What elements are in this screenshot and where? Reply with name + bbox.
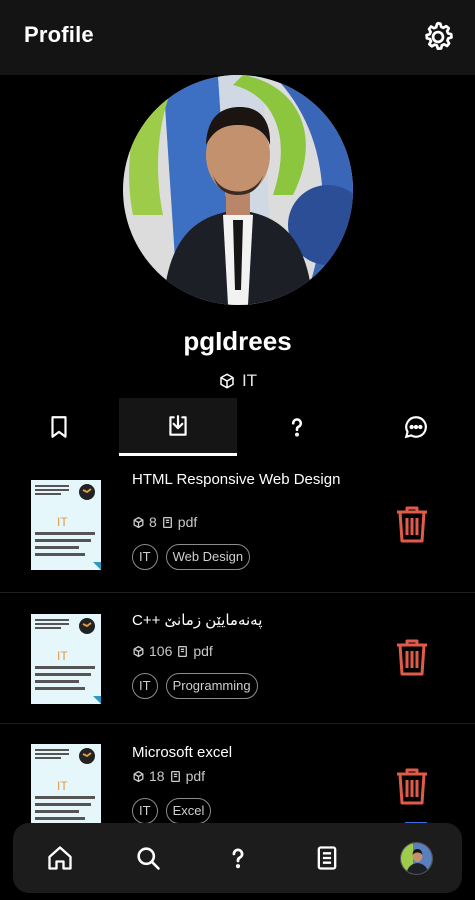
question-icon <box>232 848 244 869</box>
trash-icon[interactable] <box>394 504 430 544</box>
download-icon <box>169 414 187 436</box>
nav-documents[interactable] <box>310 840 344 876</box>
department-name: IT <box>241 371 258 390</box>
tab-downloads[interactable] <box>119 398 237 456</box>
thumbnail-label: IT <box>57 515 68 529</box>
tag[interactable]: Web Design <box>165 544 251 570</box>
box-icon <box>133 645 144 657</box>
item-meta: 8 pdf <box>132 514 197 530</box>
item-format: pdf <box>177 514 198 530</box>
list-item[interactable]: IT C++ پەنەمایێن زمانێ 106 pdf IT Progra… <box>0 593 475 723</box>
trash-icon[interactable] <box>394 637 430 677</box>
document-icon <box>317 846 337 870</box>
box-icon <box>220 373 234 389</box>
file-icon <box>178 645 188 657</box>
item-title[interactable]: C++ پەنەمایێن زمانێ <box>132 611 342 630</box>
profile-avatar[interactable] <box>400 842 433 875</box>
bottom-nav <box>13 823 462 893</box>
profile-tabs <box>0 398 475 456</box>
item-meta: 106 pdf <box>132 643 213 659</box>
item-title[interactable]: Microsoft excel <box>132 743 342 762</box>
file-icon <box>162 516 172 528</box>
box-icon <box>133 770 144 782</box>
nav-home[interactable] <box>43 840 77 876</box>
item-tags: IT Programming <box>132 673 258 699</box>
chat-bubble-icon <box>404 416 427 439</box>
question-icon <box>291 418 303 437</box>
search-icon <box>137 847 160 870</box>
item-title[interactable]: HTML Responsive Web Design <box>132 470 342 489</box>
username: pgIdrees <box>183 326 292 356</box>
gear-icon[interactable] <box>420 19 456 55</box>
page-title: Profile <box>24 22 94 47</box>
bookmark-icon <box>51 416 67 438</box>
tab-messages[interactable] <box>357 398 475 456</box>
profile-photo <box>123 75 353 305</box>
box-icon <box>133 516 144 528</box>
tag[interactable]: Programming <box>165 673 258 699</box>
list-item[interactable]: IT HTML Responsive Web Design 8 pdf IT W… <box>0 458 475 588</box>
home-icon <box>48 846 72 870</box>
item-format: pdf <box>185 768 206 784</box>
tag[interactable]: IT <box>132 544 158 570</box>
app-bar: Profile <box>0 0 475 75</box>
item-count: 8 <box>149 514 157 530</box>
item-count: 106 <box>149 643 173 659</box>
tag[interactable]: Excel <box>165 798 212 824</box>
tab-bookmarks[interactable] <box>0 398 118 456</box>
tag[interactable]: IT <box>132 673 158 699</box>
thumbnail-label: IT <box>57 779 68 793</box>
tag[interactable]: IT <box>132 798 158 824</box>
item-format: pdf <box>193 643 213 659</box>
trash-icon[interactable] <box>394 766 430 806</box>
item-meta: 18 pdf <box>132 768 205 784</box>
item-tags: IT Web Design <box>132 544 251 570</box>
file-icon <box>170 770 180 782</box>
thumbnail-label: IT <box>57 649 68 663</box>
item-tags: IT Excel <box>132 798 212 824</box>
department-label: IT <box>0 371 475 391</box>
item-count: 18 <box>149 768 165 784</box>
nav-search[interactable] <box>131 840 165 876</box>
tab-questions[interactable] <box>238 398 356 456</box>
nav-questions[interactable] <box>221 840 255 876</box>
